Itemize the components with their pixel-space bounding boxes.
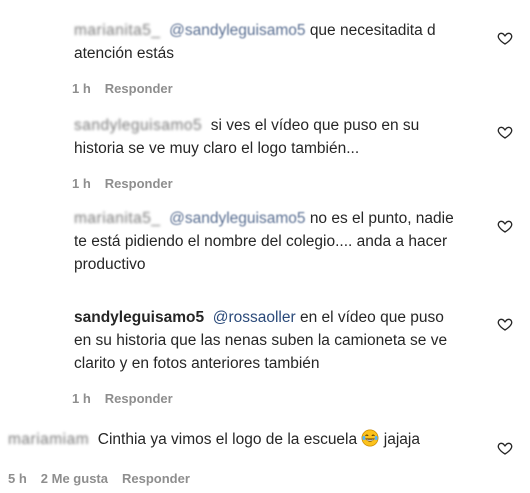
comment-text-line: no es el punto, nadie [309, 210, 454, 227]
likes-count[interactable]: 2 Me gusta [41, 471, 108, 486]
heart-outline-icon[interactable] [497, 124, 513, 140]
comment-text-line: en el vídeo que puso [299, 309, 444, 326]
comment-text-line: clarito y en fotos anteriores también [74, 355, 320, 372]
comment-text-line: atención estás [74, 45, 174, 62]
reply-button[interactable]: Responder [105, 391, 173, 406]
comment-text: marianita5_ @sandyleguisamo5 no es el pu… [74, 207, 484, 276]
reply-button[interactable]: Responder [105, 176, 173, 191]
comment-text-line: te está pidiendo el nombre del colegio..… [74, 233, 448, 250]
comment-username[interactable]: marianita5_ [74, 22, 161, 39]
heart-outline-icon[interactable] [497, 30, 513, 46]
comment-username[interactable]: marianita5_ [74, 210, 161, 227]
comment-text: sandyleguisamo5 si ves el vídeo que puso… [74, 114, 474, 160]
comment-text: marianita5_ @sandyleguisamo5 que necesit… [74, 19, 474, 65]
comment-meta: 1 h Responder [72, 391, 187, 406]
comment-time: 1 h [72, 391, 91, 406]
comment-time: 1 h [72, 81, 91, 96]
comment-mention[interactable]: @sandyleguisamo5 [169, 22, 305, 39]
reply-button[interactable]: Responder [105, 81, 173, 96]
comment-mention[interactable]: @rossaoller [213, 309, 296, 326]
comment-time: 1 h [72, 176, 91, 191]
comment-text-line: en su historia que las nenas suben la ca… [74, 332, 448, 349]
comment-username[interactable]: sandyleguisamo5 [74, 309, 204, 326]
comment-time: 5 h [8, 471, 27, 486]
comment-meta: 5 h 2 Me gusta Responder [8, 471, 204, 486]
comment-username[interactable]: mariamiam [8, 431, 89, 448]
comment-meta: 1 h Responder [72, 81, 187, 96]
comment-mention[interactable]: @sandyleguisamo5 [169, 210, 305, 227]
comment-text: mariamiam Cinthia ya vimos el logo de la… [8, 428, 478, 451]
laughing-tears-emoji-icon [361, 429, 379, 447]
comment-text-line: historia se ve muy claro el logo también… [74, 140, 360, 157]
comment-text-line: productivo [74, 256, 146, 273]
comment-text-line: jajaja [383, 431, 420, 448]
reply-button[interactable]: Responder [122, 471, 190, 486]
comment-text: sandyleguisamo5 @rossaoller en el vídeo … [74, 306, 484, 375]
comment-username[interactable]: sandyleguisamo5 [74, 117, 202, 134]
comment-meta: 1 h Responder [72, 176, 187, 191]
heart-outline-icon[interactable] [497, 440, 513, 456]
comment-text-line: si ves el vídeo que puso en su [210, 117, 420, 134]
heart-outline-icon[interactable] [497, 316, 513, 332]
comment-text-line: que necesitadita d [309, 22, 436, 39]
comment-text-line: Cinthia ya vimos el logo de la escuela [97, 431, 358, 448]
heart-outline-icon[interactable] [497, 218, 513, 234]
